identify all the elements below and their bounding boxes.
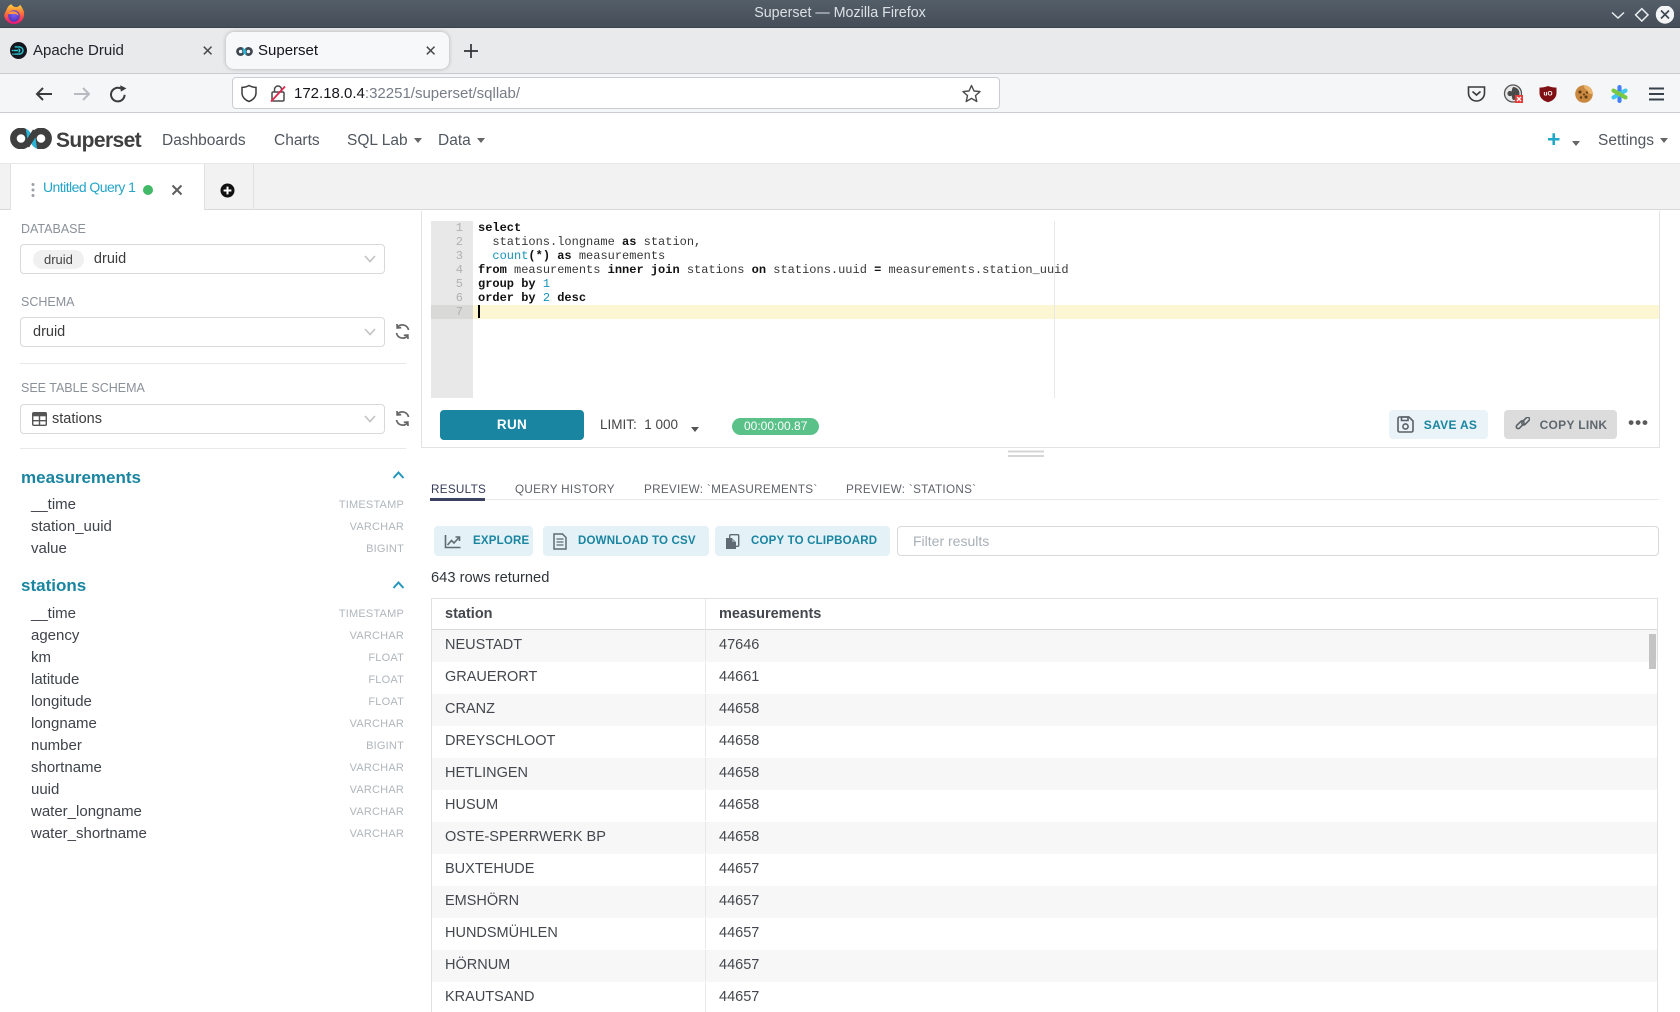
svg-text:uO: uO [1543, 91, 1552, 98]
